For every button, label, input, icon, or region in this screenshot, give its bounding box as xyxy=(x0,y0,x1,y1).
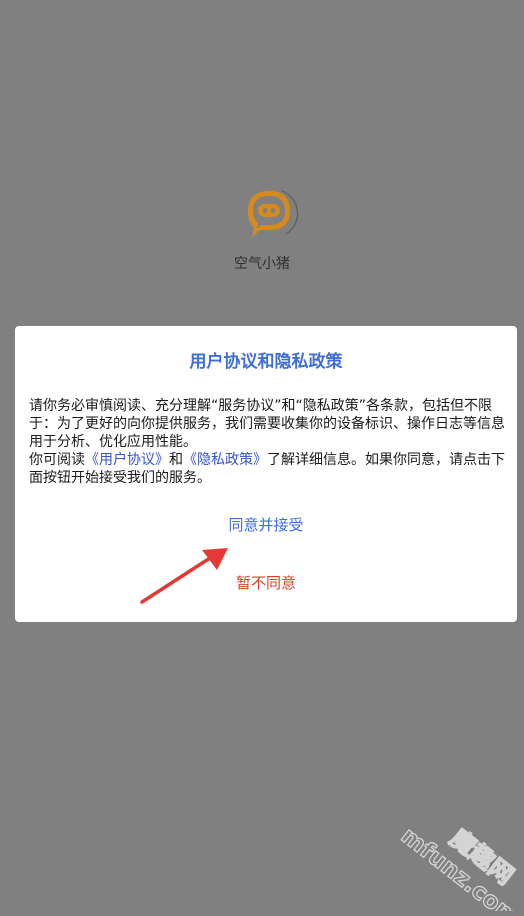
annotation-arrow-icon xyxy=(140,548,228,604)
privacy-policy-link[interactable]: 《隐私政策》 xyxy=(183,452,267,468)
agree-button[interactable]: 同意并接受 xyxy=(15,514,517,536)
watermark: 魔趣网 mfunz.com xyxy=(395,822,522,911)
app-name: 空气小猪 xyxy=(234,256,290,272)
body-text-terms: 请你务必审慎阅读、充分理解“服务协议”和“隐私政策”各条款，包括但不限于：为了更… xyxy=(29,398,505,450)
dialog-body: 请你务必审慎阅读、充分理解“服务协议”和“隐私政策”各条款，包括但不限于：为了更… xyxy=(29,397,507,487)
app-logo-pig-icon xyxy=(248,190,299,237)
body-text-and: 和 xyxy=(169,452,183,468)
dialog-title: 用户协议和隐私政策 xyxy=(189,352,343,372)
privacy-dialog: 用户协议和隐私政策 请你务必审慎阅读、充分理解“服务协议”和“隐私政策”各条款，… xyxy=(15,326,517,622)
body-text-read: 你可阅读 xyxy=(29,452,85,468)
disagree-button[interactable]: 暂不同意 xyxy=(15,572,517,594)
user-agreement-link[interactable]: 《用户协议》 xyxy=(85,452,169,468)
